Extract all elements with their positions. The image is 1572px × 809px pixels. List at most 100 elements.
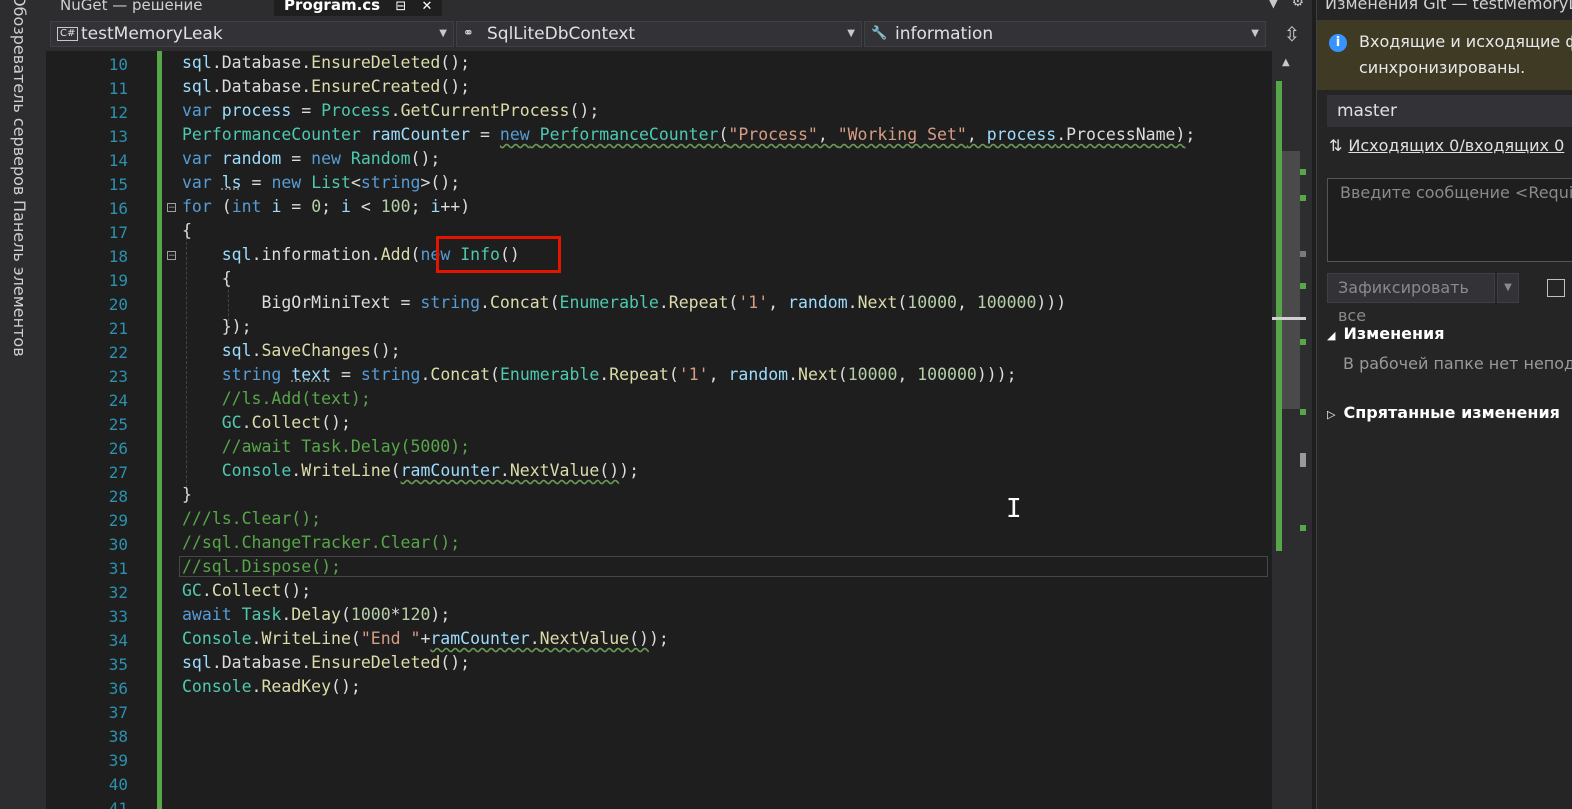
project-dropdown-label: testMemoryLeak bbox=[81, 24, 223, 44]
code-line: var process = Process.GetCurrentProcess(… bbox=[182, 101, 600, 120]
scrollbar-thumb[interactable] bbox=[1282, 151, 1300, 409]
line-number: 26 bbox=[108, 439, 128, 458]
line-number: 27 bbox=[108, 463, 128, 482]
overview-marker bbox=[1300, 339, 1306, 345]
collapsed-triangle-icon: ▷ bbox=[1327, 408, 1336, 421]
line-number: 35 bbox=[108, 655, 128, 674]
sync-status-row: ⇅ Исходящих 0/входящих 0 bbox=[1329, 136, 1564, 155]
line-number: 32 bbox=[108, 583, 128, 602]
changes-section-header[interactable]: ◢ Изменения bbox=[1327, 324, 1445, 343]
code-line: ///ls.Clear(); bbox=[182, 509, 322, 528]
change-tracking-bar bbox=[157, 51, 162, 809]
line-number: 12 bbox=[108, 103, 128, 122]
overview-marker bbox=[1300, 453, 1306, 467]
close-icon[interactable]: ✕ bbox=[421, 0, 432, 14]
line-number: 29 bbox=[108, 511, 128, 530]
code-line: { bbox=[182, 221, 192, 240]
line-number: 16 bbox=[108, 199, 128, 218]
commit-message-input[interactable]: Введите сообщение <Required> bbox=[1327, 178, 1572, 262]
chevron-down-icon: ▼ bbox=[439, 28, 447, 39]
code-line: var random = new Random(); bbox=[182, 149, 441, 168]
navigation-bar: C# testMemoryLeak ▼ ⚭ SqlLiteDbContext ▼… bbox=[46, 18, 1312, 52]
overview-marker bbox=[1300, 251, 1306, 257]
split-editor-icon[interactable]: ⇳ bbox=[1272, 18, 1312, 51]
tab-label: NuGet — решение bbox=[60, 0, 203, 14]
code-line: //ls.Add(text); bbox=[221, 389, 371, 408]
line-number: 18 bbox=[108, 247, 128, 266]
code-line: GC.Collect(); bbox=[182, 581, 312, 600]
tab-program-cs[interactable]: Program.cs ⊟ ✕ bbox=[274, 0, 443, 16]
current-line-highlight bbox=[179, 556, 1268, 577]
line-number: 15 bbox=[108, 175, 128, 194]
commit-all-button[interactable]: Зафиксировать все bbox=[1327, 273, 1495, 325]
code-line: Console.WriteLine(ramCounter.NextValue()… bbox=[221, 461, 640, 480]
wrench-icon: 🔧 bbox=[871, 26, 888, 41]
changes-header-label: Изменения bbox=[1343, 324, 1445, 343]
member-dropdown[interactable]: 🔧 information ▼ bbox=[864, 21, 1266, 47]
code-line: sql.SaveChanges(); bbox=[221, 341, 401, 360]
line-number: 25 bbox=[108, 415, 128, 434]
tab-nuget[interactable]: NuGet — решение bbox=[50, 0, 213, 16]
line-number: 21 bbox=[108, 319, 128, 338]
code-line: var ls = new List<string>(); bbox=[182, 173, 461, 192]
changes-empty-text: В рабочей папке нет неподготовленных изм… bbox=[1343, 354, 1572, 373]
stashes-section-header[interactable]: ▷ Спрятанные изменения bbox=[1327, 403, 1560, 422]
line-number: 13 bbox=[108, 127, 128, 146]
class-dropdown[interactable]: ⚭ SqlLiteDbContext ▼ bbox=[456, 21, 862, 47]
code-line: GC.Collect(); bbox=[221, 413, 351, 432]
server-explorer-tab[interactable]: Обозреватель серверов bbox=[10, 0, 29, 195]
document-tab-bar: NuGet — решение Program.cs ⊟ ✕ ▼ ⚙ bbox=[46, 0, 1312, 18]
line-number: 38 bbox=[108, 727, 128, 746]
line-number: 33 bbox=[108, 607, 128, 626]
fold-toggle-icon[interactable]: − bbox=[167, 203, 176, 213]
code-line: sql.Database.EnsureCreated(); bbox=[182, 77, 471, 96]
line-number: 24 bbox=[108, 391, 128, 410]
overview-marker bbox=[1300, 525, 1306, 531]
info-text-line2: синхронизированы. bbox=[1359, 58, 1526, 77]
line-number: 41 bbox=[108, 799, 128, 809]
sync-arrows-icon: ⇅ bbox=[1329, 136, 1343, 155]
line-number: 20 bbox=[108, 295, 128, 314]
project-dropdown[interactable]: C# testMemoryLeak ▼ bbox=[50, 21, 454, 47]
fold-toggle-icon[interactable]: − bbox=[167, 251, 176, 261]
tab-list-chevron-icon[interactable]: ▼ bbox=[1269, 0, 1278, 10]
pin-icon[interactable]: ⊟ bbox=[395, 0, 406, 14]
class-dropdown-label: SqlLiteDbContext bbox=[487, 24, 636, 44]
commit-options-chevron-icon[interactable]: ▼ bbox=[1497, 273, 1519, 303]
info-icon: i bbox=[1329, 34, 1347, 52]
code-editor[interactable]: 10 11 12 13 14 15 16 17 18 19 20 21 22 23 24 25 26 27 28 29… bbox=[46, 51, 1272, 809]
highlight-annotation-box bbox=[436, 236, 561, 273]
code-line: BigOrMiniText = string.Concat(Enumerable… bbox=[182, 293, 1067, 312]
text-cursor-icon: I bbox=[1006, 494, 1022, 524]
line-number: 31 bbox=[108, 559, 128, 578]
line-number: 19 bbox=[108, 271, 128, 290]
code-line: PerformanceCounter ramCounter = new Perf… bbox=[182, 125, 1196, 144]
vertical-scrollbar[interactable]: ▲ bbox=[1272, 51, 1312, 809]
line-number: 22 bbox=[108, 343, 128, 362]
left-tool-strip: Обозреватель серверов Панель элементов bbox=[0, 0, 47, 809]
chevron-down-icon: ▼ bbox=[847, 28, 855, 39]
scroll-up-icon[interactable]: ▲ bbox=[1282, 57, 1290, 68]
code-line: Console.ReadKey(); bbox=[182, 677, 361, 696]
line-number: 30 bbox=[108, 535, 128, 554]
code-line: sql.Database.EnsureDeleted(); bbox=[182, 53, 471, 72]
code-line: string text = string.Concat(Enumerable.R… bbox=[221, 365, 1017, 384]
toolbox-tab[interactable]: Панель элементов bbox=[10, 200, 29, 357]
class-icon: ⚭ bbox=[463, 26, 474, 41]
overview-marker bbox=[1300, 169, 1306, 175]
line-number: 37 bbox=[108, 703, 128, 722]
info-text-line1: Входящие и исходящие фиксации синхронизи… bbox=[1359, 32, 1572, 51]
code-line: //sql.ChangeTracker.Clear(); bbox=[182, 533, 461, 552]
overview-marker bbox=[1300, 409, 1306, 415]
line-number: 39 bbox=[108, 751, 128, 770]
line-number: 23 bbox=[108, 367, 128, 386]
git-changes-panel: Изменения Git — testMemoryLeak i Входящи… bbox=[1316, 0, 1572, 809]
code-line: await Task.Delay(1000*120); bbox=[182, 605, 451, 624]
settings-gear-icon[interactable]: ⚙ bbox=[1291, 0, 1304, 10]
code-line: //await Task.Delay(5000); bbox=[221, 437, 471, 456]
outgoing-incoming-link[interactable]: Исходящих 0/входящих 0 bbox=[1348, 136, 1564, 155]
amend-checkbox[interactable] bbox=[1547, 279, 1565, 297]
branch-selector[interactable]: master bbox=[1327, 95, 1572, 127]
code-line: for (int i = 0; i < 100; i++) bbox=[182, 197, 471, 216]
line-number: 11 bbox=[108, 79, 128, 98]
